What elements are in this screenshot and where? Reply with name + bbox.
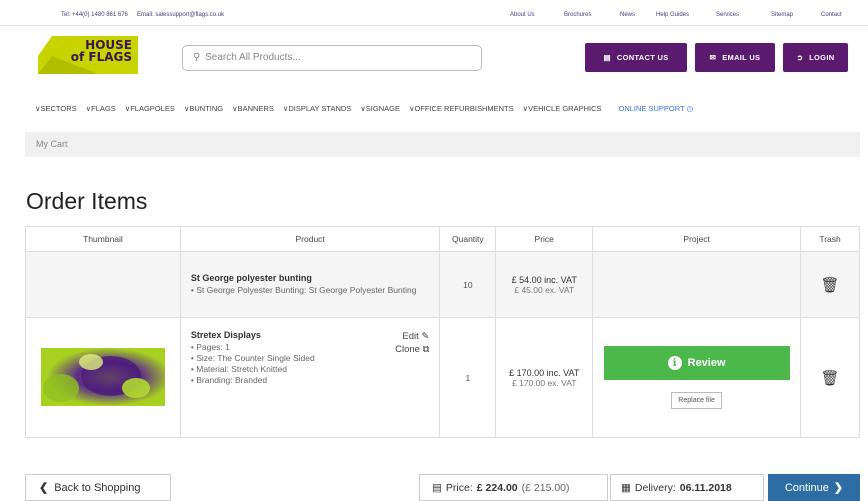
review-button[interactable]: i Review: [603, 346, 790, 380]
price-summary: ▤ Price: £ 224.00 (£ 215.00): [419, 474, 608, 501]
nav-office-refurbishments[interactable]: ∨OFFICE REFURBISHMENTS: [409, 104, 514, 113]
header-product: Product: [179, 226, 441, 252]
search-placeholder: Search All Products...: [205, 52, 301, 63]
page-title: Order Items: [26, 188, 148, 214]
trash-icon[interactable]: 🗑: [800, 317, 860, 438]
thumbnail-cell: [25, 317, 181, 438]
delivery-summary: ▦ Delivery: 06.11.2018: [610, 474, 764, 501]
header-trash: Trash: [800, 226, 860, 252]
table-row: St George polyester bunting St George Po…: [25, 251, 860, 318]
edit-link[interactable]: Edit ✎: [395, 330, 429, 343]
thumbnail-cell: [25, 251, 181, 318]
email-us-button[interactable]: ✉ EMAIL US: [695, 43, 775, 72]
project-cell: [592, 251, 802, 318]
price-ex-vat: £ 170.00 ex. VAT: [512, 377, 577, 388]
product-detail: Material: Stretch Knitted: [191, 364, 429, 375]
review-label: Review: [687, 357, 726, 369]
price-ex-vat: £ 45.00 ex. VAT: [514, 284, 575, 295]
link-sitemap[interactable]: Sitemap: [771, 12, 793, 18]
login-button[interactable]: ➲ LOGIN: [783, 43, 848, 72]
main-nav: ∨SECTORS ∨FLAGS ∨FLAGPOLES ∨BUNTING ∨BAN…: [35, 104, 693, 113]
nav-sectors[interactable]: ∨SECTORS: [35, 104, 77, 113]
nav-banners[interactable]: ∨BANNERS: [232, 104, 274, 113]
product-detail: Branding: Branded: [191, 375, 429, 386]
quantity-cell: 10: [439, 251, 497, 318]
back-label: Back to Shopping: [54, 481, 141, 494]
contact-us-label: CONTACT US: [616, 53, 669, 62]
quantity-cell: 1: [439, 317, 497, 438]
total-price: £ 224.00: [476, 481, 518, 494]
login-icon: ➲: [796, 53, 804, 62]
search-input[interactable]: ⚲ Search All Products...: [182, 45, 482, 71]
support-icon: ◷: [686, 104, 694, 113]
clone-icon: ⧉: [422, 344, 430, 355]
nav-flagpoles[interactable]: ∨FLAGPOLES: [125, 104, 175, 113]
price-cell: £ 54.00 inc. VAT £ 45.00 ex. VAT: [495, 251, 594, 318]
table-row: Stretex Displays Pages: 1 Size: The Coun…: [25, 317, 860, 438]
contact-us-button[interactable]: ▤ CONTACT US: [585, 43, 687, 72]
product-name: Stretex Displays: [190, 330, 261, 340]
replace-file-button[interactable]: Replace file: [671, 392, 722, 409]
product-detail: Pages: 1: [191, 342, 429, 353]
continue-label: Continue: [784, 481, 829, 494]
contact-card-icon: ▤: [603, 53, 611, 62]
table-header-row: Thumbnail Product Quantity Price Project…: [25, 226, 860, 252]
house-of-flags-logo[interactable]: HOUSE of FLAGS: [38, 36, 138, 74]
clone-link[interactable]: Clone ⧉: [395, 343, 429, 356]
trash-icon[interactable]: 🗑: [800, 251, 860, 318]
price-tag-icon: ▤: [432, 481, 442, 494]
product-detail: St George Polyester Bunting: St George P…: [191, 285, 429, 296]
delivery-date: 06.11.2018: [679, 481, 732, 494]
login-label: LOGIN: [809, 53, 835, 62]
link-help-guides[interactable]: Help Guides: [656, 12, 689, 18]
delivery-label: Delivery:: [634, 481, 676, 494]
price-inc-vat: £ 170.00 inc. VAT: [509, 367, 580, 378]
header-thumbnail: Thumbnail: [25, 226, 181, 252]
price-cell: £ 170.00 inc. VAT £ 170.00 ex. VAT: [495, 317, 594, 438]
header-project: Project: [592, 226, 802, 252]
price-inc-vat: £ 54.00 inc. VAT: [511, 274, 577, 285]
back-to-shopping-button[interactable]: ❮ Back to Shopping: [25, 474, 171, 501]
product-detail: Size: The Counter Single Sided: [191, 353, 429, 364]
header-price: Price: [495, 226, 594, 252]
nav-online-support[interactable]: ONLINE SUPPORT ◷: [619, 104, 694, 113]
search-icon: ⚲: [193, 52, 201, 63]
link-contact[interactable]: Contact: [821, 12, 842, 18]
nav-signage[interactable]: ∨SIGNAGE: [360, 104, 400, 113]
product-name: St George polyester bunting: [190, 273, 312, 283]
pencil-icon: ✎: [421, 331, 430, 342]
continue-button[interactable]: Continue ❯: [768, 474, 860, 501]
email-us-label: EMAIL US: [722, 53, 761, 62]
product-thumbnail-image: [40, 347, 165, 406]
header-quantity: Quantity: [439, 226, 497, 252]
total-price-ex: (£ 215.00): [521, 481, 570, 494]
price-label: Price:: [445, 481, 473, 494]
breadcrumb: My Cart: [25, 132, 860, 157]
project-cell: i Review Replace file: [592, 317, 802, 438]
logo-line2: of FLAGS: [70, 50, 132, 64]
email-text[interactable]: Email: salessupport@flags.co.uk: [137, 12, 224, 18]
nav-bunting[interactable]: ∨BUNTING: [184, 104, 223, 113]
nav-flags[interactable]: ∨FLAGS: [86, 104, 116, 113]
link-services[interactable]: Services: [716, 12, 739, 18]
breadcrumb-label[interactable]: My Cart: [36, 139, 68, 149]
nav-display-stands[interactable]: ∨DISPLAY STANDS: [283, 104, 351, 113]
calendar-icon: ▦: [621, 481, 631, 494]
link-brochures[interactable]: Brochures: [564, 12, 591, 18]
product-cell: Stretex Displays Pages: 1 Size: The Coun…: [179, 317, 441, 438]
chevron-right-icon: ❯: [833, 482, 844, 494]
link-news[interactable]: News: [620, 12, 635, 18]
link-about-us[interactable]: About Us: [510, 12, 535, 18]
phone-text: Tel: +44(0) 1480 861 676: [61, 12, 128, 18]
order-items-table: Thumbnail Product Quantity Price Project…: [25, 226, 860, 438]
nav-vehicle-graphics[interactable]: ∨VEHICLE GRAPHICS: [523, 104, 602, 113]
info-icon: i: [667, 356, 682, 370]
top-bar: Tel: +44(0) 1480 861 676 Email: salessup…: [0, 0, 868, 26]
chevron-left-icon: ❮: [39, 482, 49, 494]
envelope-icon: ✉: [709, 53, 717, 62]
product-cell: St George polyester bunting St George Po…: [179, 251, 441, 318]
